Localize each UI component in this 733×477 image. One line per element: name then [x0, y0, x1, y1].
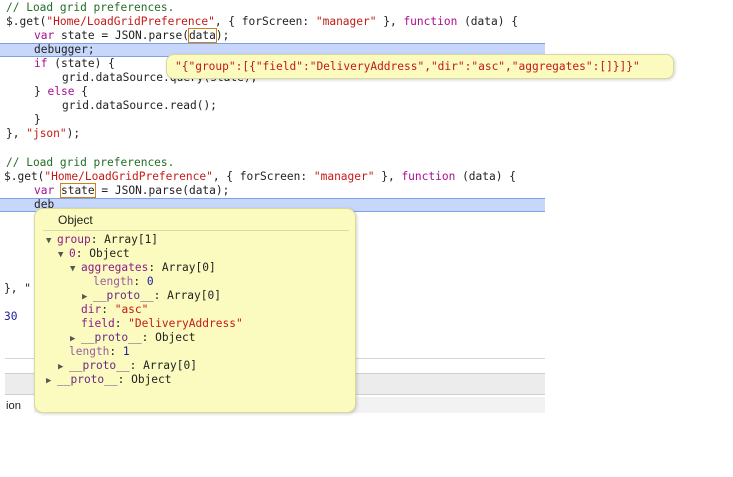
code-text: );	[215, 29, 230, 42]
function-keyword: function	[403, 15, 458, 28]
comment-line: // Load grid preferences.	[6, 1, 175, 14]
title-divider	[43, 230, 349, 231]
tree-node-item0[interactable]: ▼ 0: Object	[58, 247, 130, 261]
tree-value: : Object	[141, 331, 196, 344]
tree-key: dir	[81, 303, 102, 316]
screen-string: "manager"	[315, 15, 377, 28]
tree-value: : Object	[117, 373, 172, 386]
code-text: },	[376, 15, 404, 28]
code-text: state = JSON.parse(	[54, 29, 189, 42]
expanded-triangle-icon[interactable]: ▼	[58, 248, 69, 262]
tooltip-value: "{"group":[{"field":"DeliveryAddress","d…	[175, 60, 640, 73]
code-text: },	[374, 170, 402, 183]
end-line-partial: }, "	[4, 282, 31, 295]
code-text: (data) {	[457, 15, 518, 28]
tree-string: "asc"	[114, 303, 149, 316]
tree-node-dir: dir: "asc"	[81, 303, 148, 317]
object-inspector-popover: Object ▼ group: Array[1] ▼ 0: Object ▼ aggr…	[34, 208, 356, 413]
code-text: $.get(	[6, 15, 47, 28]
read-line: grid.dataSource.read();	[62, 99, 217, 112]
code-text: , { forScreen:	[214, 15, 316, 28]
expanded-triangle-icon[interactable]: ▼	[46, 234, 57, 248]
json-string: "json"	[26, 127, 67, 140]
code-text: (data) {	[455, 170, 516, 183]
else-line: } else {	[34, 85, 88, 99]
data-token-hovered[interactable]: data	[187, 28, 217, 43]
tree-node-proto-object[interactable]: ▶ __proto__: Object	[70, 331, 196, 345]
else-keyword: else	[47, 85, 75, 98]
tree-value: : Array[0]	[148, 261, 216, 274]
tree-node-length-1: length: 1	[69, 345, 130, 359]
code-text: $.get(	[4, 170, 45, 183]
tree-string: "DeliveryAddress"	[128, 317, 243, 330]
collapsed-triangle-icon[interactable]: ▶	[70, 332, 81, 346]
tree-node-group[interactable]: ▼ group: Array[1]	[46, 233, 158, 247]
tree-key: field	[81, 317, 115, 330]
tree-node-proto-array-2[interactable]: ▶ __proto__: Array[0]	[58, 359, 197, 373]
tree-value: : Array[0]	[153, 289, 221, 302]
tree-value: :	[114, 317, 129, 330]
tree-key: 0	[69, 247, 76, 260]
tree-key: __proto__	[57, 373, 118, 386]
code-text: = JSON.parse(data);	[94, 184, 230, 197]
tree-value: : Array[0]	[129, 359, 197, 372]
var-state-line: var state = JSON.parse(data);	[34, 183, 230, 198]
tree-value: : Array[1]	[90, 233, 159, 246]
tree-key: __proto__	[81, 331, 142, 344]
collapsed-triangle-icon[interactable]: ▶	[46, 374, 57, 388]
tree-value: :	[133, 275, 147, 288]
var-state-line: var state = JSON.parse(data);	[34, 28, 230, 43]
var-keyword: var	[34, 184, 55, 197]
end-line: }, "json");	[6, 127, 80, 141]
url-string: "Home/LoadGridPreference"	[44, 170, 213, 183]
tree-node-proto-array[interactable]: ▶ __proto__: Array[0]	[82, 289, 221, 303]
expanded-triangle-icon[interactable]: ▼	[70, 262, 81, 276]
if-line: if (state) {	[34, 57, 115, 71]
collapsed-triangle-icon[interactable]: ▶	[82, 290, 93, 304]
tree-key: group	[57, 233, 91, 246]
state-token-hovered[interactable]: state	[59, 183, 96, 198]
if-keyword: if	[34, 57, 48, 70]
code-text: );	[66, 127, 81, 140]
get-call-line: $.get("Home/LoadGridPreference", { forSc…	[4, 170, 516, 184]
console-label-partial: ion	[6, 400, 21, 412]
tree-node-proto-object-2[interactable]: ▶ __proto__: Object	[46, 373, 172, 387]
code-text: },	[6, 127, 27, 140]
collapsed-triangle-icon[interactable]: ▶	[58, 360, 69, 374]
object-title: Object	[58, 213, 93, 227]
code-text: }	[34, 85, 48, 98]
close-brace-line: }	[34, 113, 41, 126]
debugger-line[interactable]: debugger;	[34, 43, 95, 57]
code-text: (state) {	[47, 57, 115, 70]
tree-key: __proto__	[69, 359, 130, 372]
tree-node-aggregates[interactable]: ▼ aggregates: Array[0]	[70, 261, 216, 275]
code-text: {	[74, 85, 88, 98]
tree-node-field: field: "DeliveryAddress"	[81, 317, 243, 331]
tree-key: __proto__	[93, 289, 154, 302]
var-keyword: var	[34, 29, 55, 42]
console-number: 30	[4, 310, 18, 323]
tree-value: :	[101, 303, 115, 316]
tree-key: length	[69, 345, 110, 358]
tree-number: 0	[146, 275, 154, 288]
tree-key: aggregates	[81, 261, 149, 274]
tree-node-length-0: length: 0	[93, 275, 154, 289]
tree-number: 1	[122, 345, 130, 358]
function-keyword: function	[401, 170, 456, 183]
screen-string: "manager"	[313, 170, 375, 183]
tree-value: : Object	[75, 247, 130, 260]
value-tooltip: "{"group":[{"field":"DeliveryAddress","d…	[166, 54, 674, 79]
get-call-line: $.get("Home/LoadGridPreference", { forSc…	[6, 15, 518, 29]
tree-value: :	[109, 345, 123, 358]
tree-key: length	[93, 275, 134, 288]
comment-line: // Load grid preferences.	[6, 156, 175, 169]
code-text: , { forScreen:	[212, 170, 314, 183]
url-string: "Home/LoadGridPreference"	[46, 15, 215, 28]
